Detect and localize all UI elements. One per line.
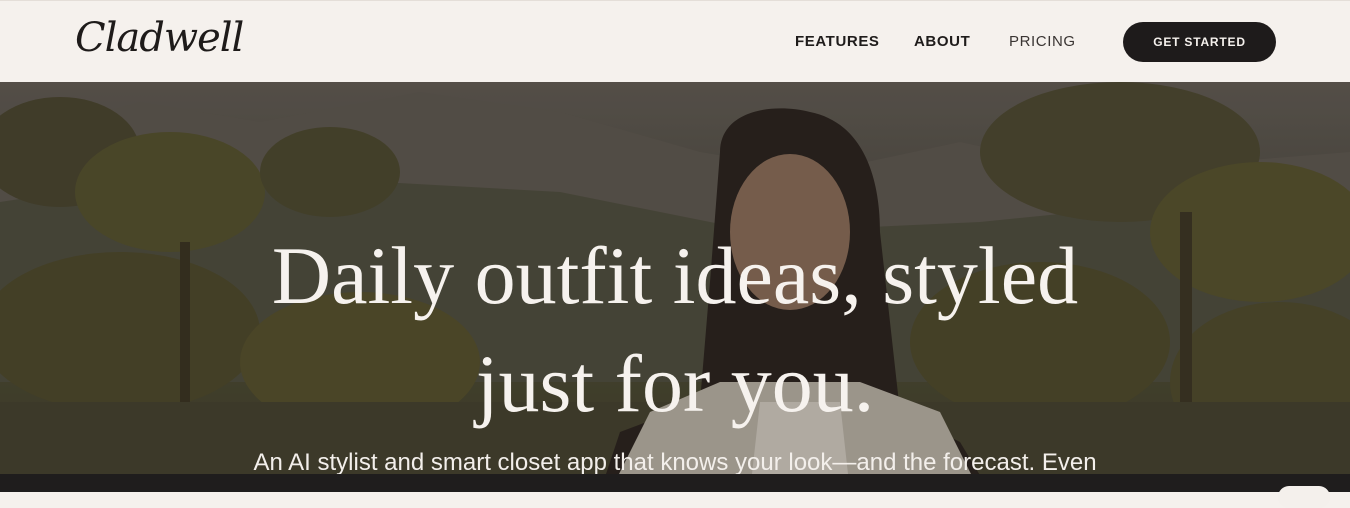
cladwell-logo[interactable]: Cladwell [75, 15, 244, 61]
hero-headline: Daily outfit ideas, styled just for you. [0, 222, 1350, 438]
top-navigation: Cladwell FEATURES ABOUT PRICING GET STAR… [0, 0, 1350, 82]
nav-link-features[interactable]: FEATURES [795, 33, 880, 50]
chat-widget-button[interactable] [1278, 486, 1330, 508]
hero-headline-line-2: just for you. [475, 338, 875, 429]
bottom-bar [0, 474, 1350, 492]
get-started-button[interactable]: GET STARTED [1123, 22, 1276, 62]
nav-link-about[interactable]: ABOUT [914, 33, 970, 50]
hero-subheadline: An AI stylist and smart closet app that … [253, 449, 1097, 476]
hero-section: Daily outfit ideas, styled just for you.… [0, 82, 1350, 492]
hero-headline-line-1: Daily outfit ideas, styled [271, 230, 1079, 321]
nav-link-pricing[interactable]: PRICING [1009, 33, 1076, 50]
